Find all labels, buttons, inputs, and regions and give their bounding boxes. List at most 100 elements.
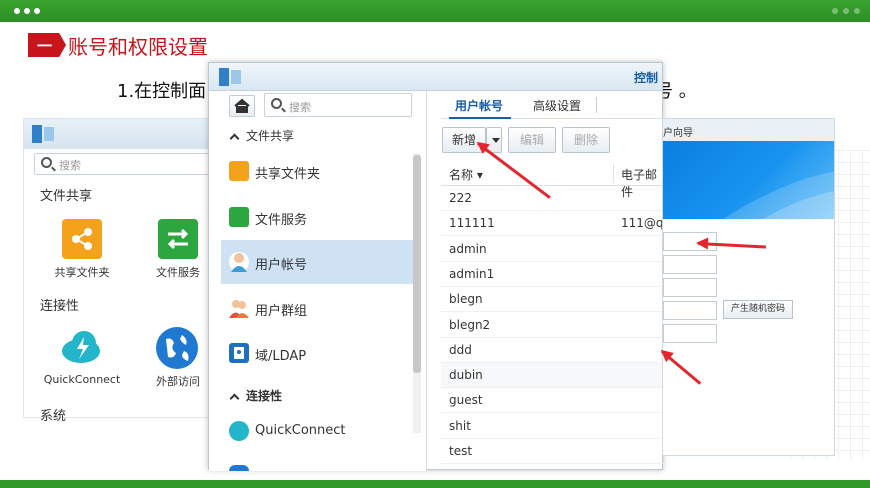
sidebar-item-quickconnect[interactable]: QuickConnect	[221, 409, 413, 453]
tile-shared-folder-label: 共享文件夹	[54, 266, 110, 279]
random-password-button[interactable]: 产生随机密码	[723, 300, 793, 319]
sidebar-item-ldap[interactable]: 域/LDAP	[221, 331, 413, 375]
window-title: 控制	[633, 71, 658, 85]
tab-user-account[interactable]: 用户帐号	[455, 97, 503, 114]
wizard-title: 户向导	[663, 128, 693, 139]
sidebar-item-label: QuickConnect	[255, 423, 346, 438]
table-row[interactable]: guest	[441, 388, 663, 414]
column-name-header[interactable]: 名称 ▾	[449, 166, 483, 183]
tab-advanced-settings[interactable]: 高级设置	[533, 97, 581, 114]
active-tab-indicator	[449, 117, 511, 119]
user-name-cell: guest	[449, 393, 483, 408]
section-file-sharing: 文件共享	[40, 189, 93, 204]
column-label: 名称	[449, 168, 474, 182]
column-divider	[613, 163, 614, 183]
sidebar-item-user-group[interactable]: 用户群组	[221, 286, 413, 330]
dot-icon	[854, 8, 860, 14]
search-placeholder: 搜索	[289, 101, 311, 114]
table-row[interactable]: shit	[441, 414, 663, 439]
user-name-cell: shit	[449, 418, 471, 433]
tab-divider	[596, 97, 597, 113]
wizard-field[interactable]	[663, 324, 717, 343]
wizard-field[interactable]	[663, 255, 717, 274]
sidebar-item-shared-folder[interactable]: 共享文件夹	[221, 149, 413, 193]
sidebar-scrollbar-thumb[interactable]	[413, 155, 421, 373]
chevron-up-icon	[229, 393, 240, 404]
title-badge-text: 一	[37, 37, 53, 55]
table-row[interactable]: admin	[441, 237, 663, 262]
sidebar-item-label: 域/LDAP	[255, 349, 307, 364]
home-button[interactable]	[229, 95, 255, 117]
quickconnect-icon[interactable]	[60, 329, 102, 365]
user-name-cell: 222	[449, 191, 472, 205]
dot-icon	[832, 8, 838, 14]
quickconnect-icon	[229, 421, 249, 441]
sidebar-section-label: 连接性	[246, 389, 283, 403]
table-row[interactable]: 111111 111@q	[441, 211, 664, 237]
file-service-icon[interactable]	[158, 219, 198, 259]
control-panel-back-window: 搜索 文件共享 共享文件夹 文件服务 连接性 QuickConnect 外部访问…	[23, 118, 223, 424]
slide-top-bar	[0, 0, 870, 22]
sidebar-item-file-service[interactable]: 文件服务	[221, 195, 413, 239]
user-name-cell: blegn2	[449, 317, 491, 332]
banner-decoration	[723, 171, 834, 219]
file-service-icon	[229, 207, 249, 227]
dot-icon	[843, 8, 849, 14]
search-placeholder: 搜索	[59, 159, 81, 172]
user-name-cell: 111111	[449, 216, 495, 231]
user-email-cell: 111@q	[621, 216, 664, 231]
sidebar-item-user-account[interactable]: 用户帐号	[221, 240, 413, 284]
globe-icon	[229, 465, 249, 471]
wizard-field[interactable]	[663, 301, 717, 320]
user-name-cell: test	[449, 444, 473, 458]
control-panel-icon	[219, 68, 241, 86]
window-header	[24, 119, 222, 149]
user-name-cell: dubin	[449, 368, 483, 383]
sidebar-section-connectivity[interactable]: 连接性	[229, 387, 283, 404]
section-connectivity: 连接性	[40, 299, 80, 314]
wizard-header: 户向导	[663, 119, 834, 141]
table-row[interactable]: 222	[441, 186, 663, 211]
ldap-icon	[229, 343, 249, 363]
slide-bottom-bar	[0, 480, 870, 488]
user-group-icon	[229, 298, 249, 318]
wizard-field[interactable]	[663, 232, 717, 251]
sidebar-item-label: 用户帐号	[255, 258, 308, 273]
create-user-wizard-window: 户向导 产生随机密码	[662, 118, 835, 456]
user-icon	[229, 252, 249, 272]
wizard-banner	[663, 141, 834, 219]
user-name-cell: admin	[449, 241, 487, 256]
table-row[interactable]: blegn	[441, 287, 663, 313]
table-header: 名称 ▾ 电子邮件	[441, 161, 663, 199]
shared-folder-icon[interactable]	[62, 219, 102, 259]
sidebar-section-file-sharing[interactable]: 文件共享	[229, 127, 295, 144]
dot-icon	[24, 8, 30, 14]
title-badge: 一	[28, 33, 66, 57]
search-input[interactable]: 搜索	[264, 93, 412, 117]
table-row[interactable]: admin1	[441, 262, 663, 287]
dot-icon	[34, 8, 40, 14]
user-name-cell: blegn	[449, 292, 483, 307]
wizard-field[interactable]	[663, 278, 717, 297]
search-icon	[41, 157, 52, 168]
delete-button[interactable]: 删除	[562, 127, 610, 153]
search-input[interactable]: 搜索	[34, 153, 219, 175]
control-panel-icon	[32, 125, 54, 143]
chevron-down-icon	[492, 138, 500, 143]
table-row[interactable]: dubin	[441, 363, 663, 389]
slide-title: 账号和权限设置	[68, 35, 208, 59]
user-name-cell: ddd	[449, 342, 472, 357]
tab-bar: 用户帐号 高级设置	[441, 91, 663, 119]
table-row[interactable]: ddd	[441, 338, 663, 363]
table-row[interactable]: blegn2	[441, 313, 663, 338]
edit-button[interactable]: 编辑	[508, 127, 556, 153]
search-icon	[271, 98, 282, 109]
sidebar-section-label: 文件共享	[246, 129, 295, 143]
dot-icon	[14, 8, 20, 14]
tile-quickconnect-label: QuickConnect	[43, 373, 121, 386]
globe-icon[interactable]	[156, 327, 198, 369]
table-row[interactable]: test	[441, 439, 663, 464]
sidebar-item-label: 用户群组	[255, 304, 308, 319]
step-text: 1.在控制面	[117, 81, 207, 102]
sidebar-item-label: 文件服务	[255, 213, 308, 228]
